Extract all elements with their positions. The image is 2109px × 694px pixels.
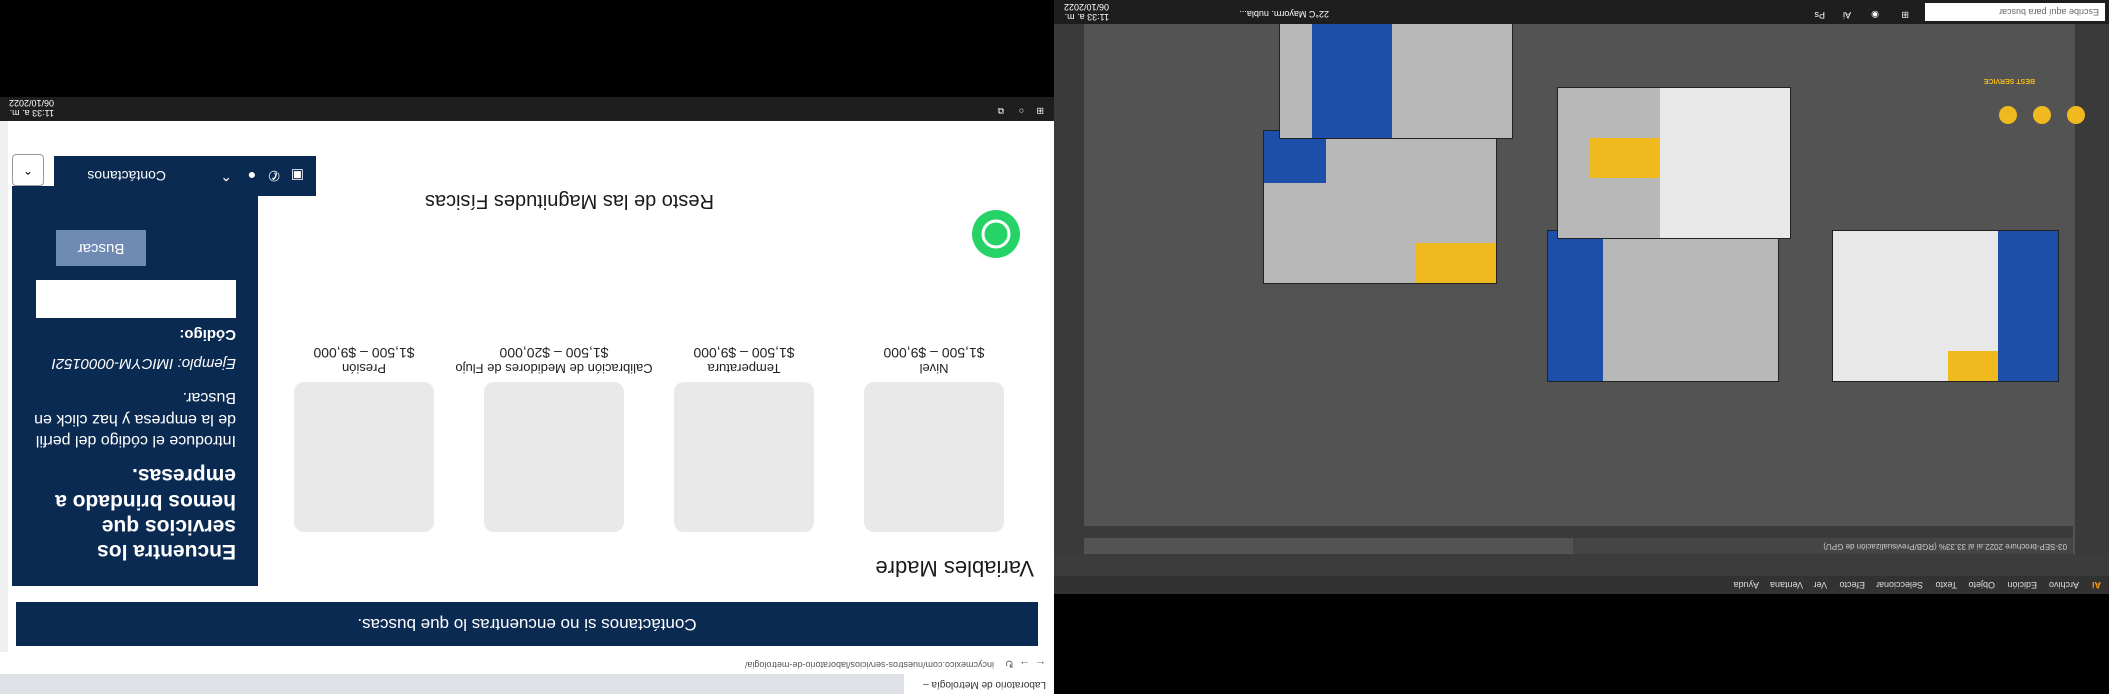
chevron-up-icon[interactable]: ⌃ xyxy=(220,156,232,196)
reload-icon[interactable]: ↻ xyxy=(1005,657,1014,670)
product-card-temperatura[interactable]: Temperatura $1,500 – $9,000 xyxy=(644,345,844,532)
taskbar-search-input[interactable]: Escribe aquí para buscar xyxy=(1925,3,2105,21)
search-panel: Encuentra los servicios que hemos brinda… xyxy=(12,186,258,586)
image-icon[interactable]: ▣ xyxy=(291,156,304,196)
windows-icon[interactable]: ⊞ xyxy=(1036,105,1044,116)
menu-texto[interactable]: Texto xyxy=(1935,576,1957,594)
photoshop-icon[interactable]: Ps xyxy=(1814,10,1825,20)
product-image[interactable] xyxy=(864,382,1004,532)
product-label: Presión xyxy=(341,361,387,376)
clock-time: 11:33 a. m. xyxy=(9,108,54,118)
contact-bar[interactable]: ▣ ✆ ● ⌃ Contáctanos xyxy=(54,156,316,196)
menu-ver[interactable]: Ver xyxy=(1813,576,1827,594)
horizontal-ruler xyxy=(1083,526,2073,538)
product-label: Temperatura xyxy=(707,361,781,376)
menu-seleccionar[interactable]: Seleccionar xyxy=(1876,576,1923,594)
menu-bar: Ai Archivo Edición Objeto Texto Seleccio… xyxy=(1054,576,2109,594)
artboard[interactable] xyxy=(1279,22,1513,139)
illustrator-icon[interactable]: Ai xyxy=(1843,10,1851,20)
clock-date: 06/10/2022 xyxy=(8,98,54,109)
product-price: $1,500 – $20,000 xyxy=(499,345,609,361)
search-icon[interactable]: ○ xyxy=(1019,106,1024,116)
menu-ayuda[interactable]: Ayuda xyxy=(1734,576,1759,594)
contact-banner[interactable]: Contáctanos si no encuentras lo que busc… xyxy=(16,602,1038,646)
next-section-title: Resto de las Magnitudes Físicas xyxy=(424,190,714,212)
product-image[interactable] xyxy=(294,382,434,532)
code-input[interactable] xyxy=(36,280,236,319)
search-instructions: Introduce el código del perfil de la emp… xyxy=(34,389,236,450)
artboard[interactable] xyxy=(1832,230,2059,382)
left-taskbar: ⊞ ○ ⧉ 11:33 a. m. 06/10/2022 xyxy=(0,97,1054,121)
menu-edicion[interactable]: Edición xyxy=(2007,576,2037,594)
phone-icon[interactable]: ✆ xyxy=(268,156,280,196)
chrome-icon[interactable]: ◉ xyxy=(1871,9,1879,20)
logo-icon xyxy=(2067,106,2085,124)
logo-icon xyxy=(2033,106,2051,124)
artboard-shape xyxy=(1948,351,1998,381)
clock-date: 06/10/2022 xyxy=(1063,2,1109,13)
right-panel[interactable] xyxy=(1054,24,1084,554)
artboard-shape xyxy=(1312,23,1392,138)
product-price: $1,500 – $9,000 xyxy=(693,345,795,361)
product-label: Nivel xyxy=(919,361,949,376)
web-page: Contáctanos si no encuentras lo que busc… xyxy=(0,121,1054,652)
address-bar[interactable]: ← → ↻ incycmexico.com/nuestros-servicios… xyxy=(0,651,1054,674)
task-view-icon[interactable]: ⧉ xyxy=(998,105,1004,116)
left-monitor: Laboratorio de Metrología – Incy... ← → … xyxy=(0,0,1054,694)
browser-tab-bar: Laboratorio de Metrología – Incy... xyxy=(0,659,1054,694)
product-image[interactable] xyxy=(484,382,624,532)
section-title: Variables Madre xyxy=(875,556,1034,581)
product-card-flujo[interactable]: Calibración de Medidores de Flujo $1,500… xyxy=(454,345,654,532)
location-icon[interactable]: ● xyxy=(248,156,256,196)
windows-icon[interactable]: ⊞ xyxy=(1901,9,1909,20)
artboard-shape xyxy=(1416,243,1496,283)
chevron-up-button[interactable]: ⌃ xyxy=(12,154,44,186)
weather-widget[interactable]: 22°C Mayorm. nubla... xyxy=(1239,9,1329,19)
contact-label[interactable]: Contáctanos xyxy=(87,156,166,196)
right-monitor-rotated-content: Ai Archivo Edición Objeto Texto Seleccio… xyxy=(1054,0,2109,694)
search-button[interactable]: Buscar xyxy=(56,230,146,267)
clock-time: 11:33 a. m. xyxy=(1064,12,1109,22)
url-text[interactable]: incycmexico.com/nuestros-servicios/labor… xyxy=(745,660,994,670)
artboard-shape xyxy=(1590,138,1660,178)
illustrator-logo-icon: Ai xyxy=(2092,580,2101,590)
artboard[interactable] xyxy=(1547,230,1779,382)
product-image[interactable] xyxy=(674,382,814,532)
black-area xyxy=(0,0,1054,97)
search-heading: Encuentra los servicios que hemos brinda… xyxy=(55,464,236,563)
product-price: $1,500 – $9,000 xyxy=(883,345,985,361)
artboard-shape xyxy=(1548,231,1603,381)
code-label: Código: xyxy=(179,326,236,344)
right-monitor: Ai Archivo Edición Objeto Texto Seleccio… xyxy=(1054,0,2109,694)
menu-ventana[interactable]: Ventana xyxy=(1770,576,1803,594)
artboard[interactable] xyxy=(1557,87,1791,239)
back-icon[interactable]: ← xyxy=(1035,658,1046,670)
options-bar[interactable] xyxy=(1054,554,2109,576)
artboard-shape xyxy=(1660,88,1790,238)
artboard-shape xyxy=(1998,231,2058,381)
menu-archivo[interactable]: Archivo xyxy=(2049,576,2079,594)
menu-objeto[interactable]: Objeto xyxy=(1968,576,1995,594)
page-scrollbar[interactable] xyxy=(0,121,8,652)
artboard[interactable] xyxy=(1263,130,1497,284)
illustrator-window: Ai Archivo Edición Objeto Texto Seleccio… xyxy=(1054,22,2109,594)
product-card-presion[interactable]: Presión $1,500 – $9,000 xyxy=(264,345,464,532)
logo-icon xyxy=(1999,106,2017,124)
product-price: $1,500 – $9,000 xyxy=(313,345,415,361)
search-example: Ejemplo: IMICYM-0000152I xyxy=(51,355,236,373)
browser-tab[interactable]: Laboratorio de Metrología – Incy... xyxy=(904,659,1054,694)
menu-efecto[interactable]: Efecto xyxy=(1839,576,1865,594)
whatsapp-icon[interactable] xyxy=(972,210,1020,258)
document-tab[interactable]: 03-SEP-brochure 2022.ai al 33.33% (RGB/P… xyxy=(1573,538,2073,554)
logo-text: BEST SERVICE xyxy=(1983,77,2035,84)
product-label: Calibración de Medidores de Flujo xyxy=(455,361,653,376)
taskbar-clock[interactable]: 11:33 a. m. 06/10/2022 xyxy=(1063,1,1109,22)
right-taskbar: Escribe aquí para buscar ⊞ ◉ Ai Ps 22°C … xyxy=(1054,0,2109,24)
taskbar-clock[interactable]: 11:33 a. m. 06/10/2022 xyxy=(8,97,54,118)
product-card-nivel[interactable]: Nivel $1,500 – $9,000 xyxy=(834,345,1034,532)
left-monitor-rotated-content: Laboratorio de Metrología – Incy... ← → … xyxy=(0,0,1054,694)
logo-area: BEST SERVICE xyxy=(1875,54,2085,134)
forward-icon[interactable]: → xyxy=(1019,658,1030,670)
